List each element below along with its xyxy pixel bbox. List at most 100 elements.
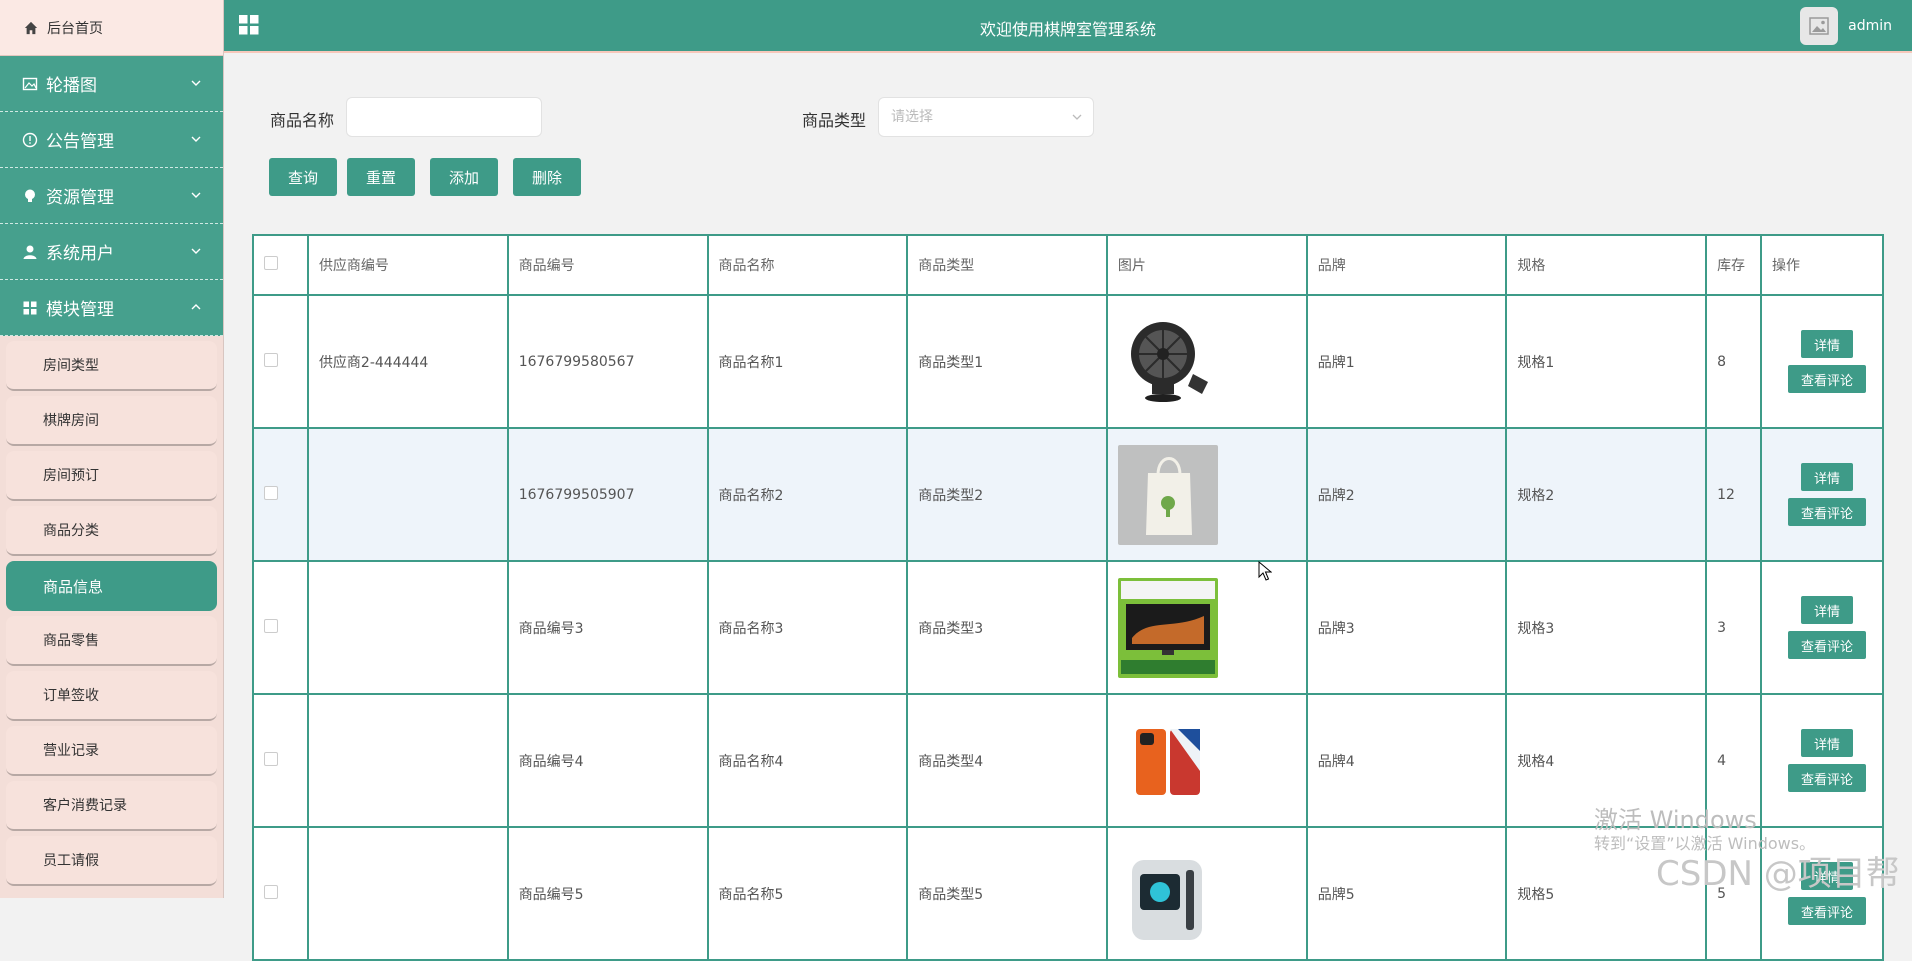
sidebar-menu-modules[interactable]: 模块管理 xyxy=(0,280,223,336)
column-header: 品牌 xyxy=(1305,234,1508,296)
user-icon xyxy=(23,245,37,259)
phone-image[interactable] xyxy=(1117,710,1218,811)
column-header: 库存 xyxy=(1705,234,1763,296)
cell-brand: 品牌2 xyxy=(1305,427,1508,562)
sidebar-item-room-booking[interactable]: 房间预订 xyxy=(6,451,217,501)
sidebar-menu-notice[interactable]: 公告管理 xyxy=(0,112,223,168)
sidebar-item-staff-leave[interactable]: 员工请假 xyxy=(6,836,217,886)
cell-supplier xyxy=(306,560,509,695)
detail-button[interactable]: 详情 xyxy=(1801,596,1853,624)
cell-type: 商品类型3 xyxy=(906,560,1108,695)
view-comments-button[interactable]: 查看评论 xyxy=(1788,764,1866,792)
chevron-down-icon xyxy=(191,192,201,198)
cell-spec: 规格3 xyxy=(1505,560,1708,695)
goods-type-select[interactable]: 请选择 xyxy=(878,97,1094,137)
goods-type-placeholder: 请选择 xyxy=(891,109,933,125)
sidebar-menu-label: 模块管理 xyxy=(46,300,114,320)
select-all-checkbox[interactable] xyxy=(264,256,278,270)
cell-code: 商品编号4 xyxy=(506,693,709,828)
detail-button[interactable]: 详情 xyxy=(1801,330,1853,358)
top-header: 欢迎使用棋牌室管理系统 admin xyxy=(224,0,1912,53)
row-checkbox[interactable] xyxy=(264,352,278,367)
table-row: 供应商2-444444 1676799580567 商品名称1 商品类型1 品牌… xyxy=(252,294,1884,429)
query-button[interactable]: 查询 xyxy=(269,158,337,196)
cell-name: 商品名称5 xyxy=(706,826,909,961)
sidebar-item-business-record[interactable]: 营业记录 xyxy=(6,726,217,776)
chevron-down-icon xyxy=(191,136,201,142)
tote-bag-image[interactable] xyxy=(1117,444,1218,545)
cell-brand: 品牌5 xyxy=(1305,826,1508,961)
cell-name: 商品名称3 xyxy=(706,560,909,695)
chevron-up-icon xyxy=(191,304,201,310)
sidebar-item-goods-category[interactable]: 商品分类 xyxy=(6,506,217,556)
detail-button[interactable]: 详情 xyxy=(1801,463,1853,491)
cell-name: 商品名称1 xyxy=(706,294,909,429)
sidebar-menu-carousel[interactable]: 轮播图 xyxy=(0,56,223,112)
cell-code: 1676799505907 xyxy=(506,427,709,562)
sidebar-menu-label: 公告管理 xyxy=(46,132,114,152)
bulb-icon xyxy=(25,189,35,202)
info-icon xyxy=(22,132,38,147)
sidebar-item-goods-retail[interactable]: 商品零售 xyxy=(6,616,217,666)
cell-supplier xyxy=(306,693,509,828)
sidebar-menu-label: 系统用户 xyxy=(46,244,114,264)
image-placeholder-icon xyxy=(1809,17,1829,35)
cell-type: 商品类型4 xyxy=(906,693,1108,828)
sidebar-item-goods-info[interactable]: 商品信息 xyxy=(6,561,217,611)
cell-supplier xyxy=(306,427,509,562)
add-button[interactable]: 添加 xyxy=(430,158,498,196)
goods-type-label: 商品类型 xyxy=(802,111,867,130)
fan-image[interactable] xyxy=(1117,311,1218,412)
table-row: 商品编号3 商品名称3 商品类型3 品牌3 规格3 3 详情 查看评论 xyxy=(252,560,1884,695)
cell-supplier: 供应商2-444444 xyxy=(306,294,509,429)
avatar xyxy=(1800,7,1839,45)
chevron-down-icon xyxy=(191,248,201,254)
sidebar-item-room-type[interactable]: 房间类型 xyxy=(6,341,217,391)
delete-button[interactable]: 删除 xyxy=(513,158,581,196)
grid-icon xyxy=(23,301,37,314)
cell-image xyxy=(1105,294,1308,429)
sidebar-menu-users[interactable]: 系统用户 xyxy=(0,224,223,280)
view-comments-button[interactable]: 查看评论 xyxy=(1788,897,1866,925)
cell-stock: 8 xyxy=(1705,294,1763,429)
table-row: 1676799505907 商品名称2 商品类型2 品牌2 规格2 12 详情 … xyxy=(252,427,1884,562)
column-header: 商品名称 xyxy=(706,234,909,296)
column-header: 规格 xyxy=(1505,234,1708,296)
reset-button[interactable]: 重置 xyxy=(347,158,415,196)
username: admin xyxy=(1848,18,1892,34)
column-header: 供应商编号 xyxy=(306,234,509,296)
cell-supplier xyxy=(306,826,509,961)
sidebar-item-room[interactable]: 棋牌房间 xyxy=(6,396,217,446)
cell-brand: 品牌4 xyxy=(1305,693,1508,828)
chevron-down-icon xyxy=(191,80,201,86)
row-checkbox[interactable] xyxy=(264,485,278,500)
sidebar-home[interactable]: 后台首页 xyxy=(0,0,223,56)
detail-button[interactable]: 详情 xyxy=(1801,729,1853,757)
row-checkbox[interactable] xyxy=(264,618,278,633)
view-comments-button[interactable]: 查看评论 xyxy=(1788,498,1866,526)
row-checkbox[interactable] xyxy=(264,751,278,766)
home-icon xyxy=(24,21,38,34)
row-checkbox[interactable] xyxy=(264,884,278,899)
view-comments-button[interactable]: 查看评论 xyxy=(1788,365,1866,393)
cell-actions: 详情 查看评论 xyxy=(1760,427,1884,562)
cell-actions: 详情 查看评论 xyxy=(1760,560,1884,695)
sidebar-item-order-signoff[interactable]: 订单签收 xyxy=(6,671,217,721)
mouse-cursor-icon xyxy=(1258,561,1272,581)
user-menu[interactable]: admin xyxy=(1800,7,1892,45)
cell-stock: 12 xyxy=(1705,427,1763,562)
sidebar-item-customer-consumption[interactable]: 客户消费记录 xyxy=(6,781,217,831)
sidebar-menu-resource[interactable]: 资源管理 xyxy=(0,168,223,224)
tv-image[interactable] xyxy=(1117,577,1218,678)
cell-stock: 3 xyxy=(1705,560,1763,695)
cell-name: 商品名称4 xyxy=(706,693,909,828)
cell-image xyxy=(1105,560,1308,695)
cell-code: 商品编号5 xyxy=(506,826,709,961)
table-header-row: 供应商编号 商品编号 商品名称 商品类型 图片 品牌 规格 库存 操作 xyxy=(252,234,1884,296)
goods-name-input[interactable] xyxy=(346,97,542,137)
sidebar-home-label: 后台首页 xyxy=(47,20,103,37)
device-image[interactable] xyxy=(1117,843,1218,944)
view-comments-button[interactable]: 查看评论 xyxy=(1788,631,1866,659)
cell-type: 商品类型2 xyxy=(906,427,1108,562)
page-title: 欢迎使用棋牌室管理系统 xyxy=(979,20,1156,39)
